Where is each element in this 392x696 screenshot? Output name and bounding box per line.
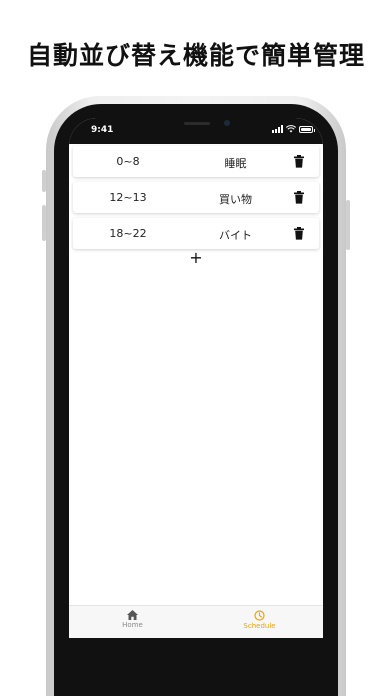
schedule-row: 18~22 バイト bbox=[73, 218, 319, 249]
schedule-list: 0~8 睡眠 12~13 買い物 18~22 バイト bbox=[69, 144, 323, 254]
add-schedule-button[interactable]: + bbox=[188, 250, 204, 266]
home-icon bbox=[127, 610, 138, 620]
front-camera bbox=[224, 120, 230, 126]
battery-icon bbox=[299, 125, 315, 133]
tab-bar: Home Schedule bbox=[69, 605, 323, 638]
delete-button[interactable] bbox=[293, 227, 305, 240]
schedule-time: 18~22 bbox=[109, 227, 147, 240]
wifi-icon bbox=[286, 125, 296, 133]
app-screen: 9:41 0~8 睡眠 12~13 買い物 18~22 バイト + Home S… bbox=[69, 118, 323, 638]
schedule-row: 0~8 睡眠 bbox=[73, 146, 319, 177]
signal-icon bbox=[272, 125, 283, 133]
tab-schedule[interactable]: Schedule bbox=[196, 610, 323, 630]
tab-home-label: Home bbox=[122, 621, 143, 629]
trash-icon bbox=[294, 227, 304, 240]
delete-button[interactable] bbox=[293, 191, 305, 204]
schedule-task: バイト bbox=[219, 229, 252, 242]
phone-side-button bbox=[42, 205, 46, 241]
status-icons bbox=[272, 125, 315, 133]
schedule-row: 12~13 買い物 bbox=[73, 182, 319, 213]
schedule-task: 睡眠 bbox=[224, 157, 247, 170]
trash-icon bbox=[294, 191, 304, 204]
status-bar: 9:41 bbox=[69, 118, 323, 144]
tab-home[interactable]: Home bbox=[69, 610, 196, 629]
tab-schedule-label: Schedule bbox=[243, 622, 276, 630]
status-time: 9:41 bbox=[91, 125, 114, 135]
clock-icon bbox=[254, 610, 265, 621]
phone-side-button bbox=[42, 170, 46, 192]
delete-button[interactable] bbox=[293, 155, 305, 168]
promo-headline: 自動並び替え機能で簡単管理 bbox=[26, 41, 365, 70]
schedule-time: 12~13 bbox=[109, 191, 147, 204]
trash-icon bbox=[294, 155, 304, 168]
schedule-task: 買い物 bbox=[219, 193, 252, 206]
schedule-time: 0~8 bbox=[116, 155, 140, 168]
phone-side-button bbox=[346, 200, 350, 250]
speaker bbox=[184, 122, 210, 125]
